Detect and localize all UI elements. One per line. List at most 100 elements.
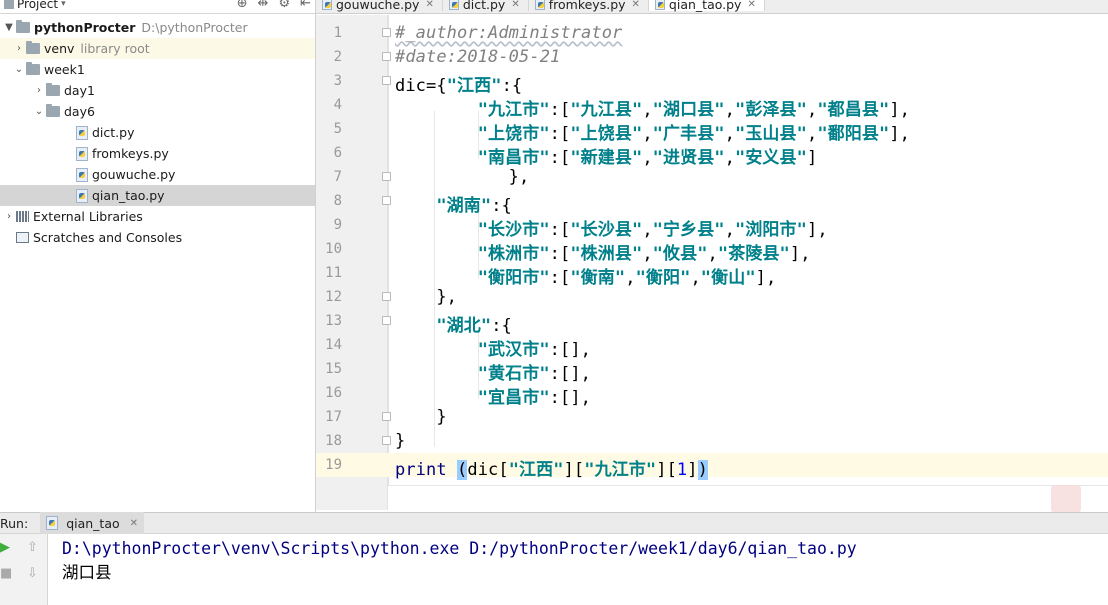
tree-item-day1[interactable]: › day1	[0, 80, 315, 101]
fold-marker-icon[interactable]	[382, 412, 391, 421]
chevron-right-icon[interactable]: ›	[32, 85, 46, 96]
line-number: 7	[333, 169, 342, 185]
line-number: 2	[333, 49, 342, 65]
tree-item-fromkeys-py[interactable]: fromkeys.py	[0, 143, 315, 164]
fold-marker-icon[interactable]	[382, 172, 391, 181]
tree-item-root[interactable]: ▼ pythonProcter D:\pythonProcter	[0, 17, 315, 38]
library-root-label: library root	[80, 41, 150, 56]
line-number: 19	[325, 457, 342, 473]
line-number: 3	[333, 73, 342, 89]
collapse-icon[interactable]: ⇹	[258, 0, 269, 11]
tree-item-label: week1	[44, 62, 85, 77]
code-line: 1 #_author:Administrator	[316, 21, 1108, 45]
run-console-output[interactable]: D:\pythonProcter\venv\Scripts\python.exe…	[62, 537, 857, 585]
code-editor[interactable]: 1 #_author:Administrator 2 #date:2018-05…	[316, 15, 1108, 513]
chevron-down-icon: ▾	[61, 0, 66, 9]
code-text: },	[395, 167, 530, 187]
chevron-down-icon[interactable]: ▼	[2, 22, 16, 33]
python-file-icon	[654, 0, 665, 10]
python-file-icon	[322, 0, 332, 10]
run-label: Run:	[0, 515, 29, 531]
code-line: 3 dic={"江西":{	[316, 69, 1108, 96]
tree-item-qian-tao-py[interactable]: qian_tao.py	[0, 185, 315, 206]
line-number: 12	[325, 289, 342, 305]
close-icon[interactable]: ✕	[511, 0, 519, 10]
fold-marker-icon[interactable]	[382, 196, 391, 205]
tree-item-label: Scratches and Consoles	[33, 230, 183, 245]
hide-icon[interactable]: ⇤	[300, 0, 311, 11]
code-line: 4 "九江市":["九江县","湖口县","彭泽县","都昌县"],	[316, 93, 1108, 120]
chevron-down-icon[interactable]: ⌄	[12, 64, 26, 75]
tab-qian-tao[interactable]: qian_tao.py ✕	[648, 0, 765, 12]
python-file-icon	[76, 167, 88, 182]
close-icon[interactable]: ✕	[130, 518, 138, 529]
fold-marker-icon[interactable]	[382, 292, 391, 301]
run-tab[interactable]: qian_tao ✕	[40, 512, 145, 534]
tree-item-gouwuche-py[interactable]: gouwuche.py	[0, 164, 315, 185]
chevron-right-icon[interactable]: ›	[12, 43, 26, 54]
line-number: 8	[333, 193, 342, 209]
editor-tabs: gouwuche.py ✕ dict.py ✕ fromkeys.py ✕ qi…	[316, 0, 1108, 14]
ide-window: Project ▾ ⊕ ⇹ ⚙ ⇤ ▼ pythonProcter D:\pyt…	[0, 0, 1108, 605]
tab-fromkeys[interactable]: fromkeys.py ✕	[529, 0, 649, 12]
line-number: 15	[325, 361, 342, 377]
line-number: 4	[333, 97, 342, 113]
tree-item-label: pythonProcter	[34, 20, 136, 35]
code-line-current: 19 print (dic["江西"]["九江市"][1])	[316, 453, 1108, 480]
code-line: 7 },	[316, 165, 1108, 189]
code-line: 10 "株洲市":["株洲县","攸县","茶陵县"],	[316, 237, 1108, 264]
search-icon	[1051, 485, 1081, 513]
tab-label: gouwuche.py	[336, 0, 420, 12]
tree-item-scratches[interactable]: Scratches and Consoles	[0, 227, 315, 248]
chevron-down-icon[interactable]: ⌄	[32, 106, 46, 117]
editor-end-separator	[388, 485, 1108, 486]
code-line: 5 "上饶市":["上饶县","广丰县","玉山县","鄱阳县"],	[316, 117, 1108, 144]
line-number: 10	[325, 241, 342, 257]
run-toolbar: ▶ ⇧ ■ ⇩	[0, 534, 48, 605]
tree-item-label: day1	[64, 83, 95, 98]
chevron-right-icon[interactable]: ›	[2, 211, 16, 222]
project-tools: ⊕ ⇹ ⚙ ⇤	[237, 0, 311, 11]
code-line: 9 "长沙市":["长沙县","宁乡县","浏阳市"],	[316, 213, 1108, 240]
up-arrow-icon[interactable]: ⇧	[27, 540, 38, 555]
folder-icon	[46, 104, 60, 117]
fold-marker-icon[interactable]	[382, 52, 391, 61]
folder-icon	[26, 41, 40, 54]
tree-item-day6[interactable]: ⌄ day6	[0, 101, 315, 122]
run-icon[interactable]: ▶	[0, 540, 10, 555]
library-icon	[16, 211, 29, 222]
project-title[interactable]: Project ▾	[4, 0, 66, 11]
tree-item-week1[interactable]: ⌄ week1	[0, 59, 315, 80]
code-line: 2 #date:2018-05-21	[316, 45, 1108, 69]
tree-item-dict-py[interactable]: dict.py	[0, 122, 315, 143]
stop-icon[interactable]: ■	[0, 566, 12, 581]
code-line: 15 "黄石市":[],	[316, 357, 1108, 384]
close-icon[interactable]: ✕	[632, 0, 640, 10]
tree-item-label: qian_tao.py	[92, 188, 165, 203]
code-line: 17 }	[316, 405, 1108, 429]
run-result: 湖口县	[62, 563, 112, 582]
line-number: 5	[333, 121, 342, 137]
line-number: 13	[325, 313, 342, 329]
tree-item-label: dict.py	[92, 125, 135, 140]
tab-label: fromkeys.py	[548, 0, 626, 12]
fold-marker-icon[interactable]	[382, 436, 391, 445]
python-file-icon	[76, 146, 88, 161]
fold-marker-icon[interactable]	[382, 316, 391, 325]
code-text: }	[395, 407, 447, 427]
fold-marker-icon[interactable]	[382, 76, 391, 85]
gear-icon[interactable]: ⚙	[278, 0, 290, 11]
down-arrow-icon[interactable]: ⇩	[27, 566, 38, 581]
tab-dict[interactable]: dict.py ✕	[443, 0, 529, 12]
tab-gouwuche[interactable]: gouwuche.py ✕	[316, 0, 443, 12]
tree-item-external-libraries[interactable]: › External Libraries	[0, 206, 315, 227]
line-number: 16	[325, 385, 342, 401]
tab-label: qian_tao.py	[668, 0, 742, 12]
code-line: 16 "宜昌市":[],	[316, 381, 1108, 408]
locate-icon[interactable]: ⊕	[237, 0, 248, 11]
project-icon	[4, 0, 14, 9]
fold-marker-icon[interactable]	[382, 28, 391, 37]
close-icon[interactable]: ✕	[747, 0, 755, 10]
tree-item-venv[interactable]: › venv library root	[0, 38, 315, 59]
close-icon[interactable]: ✕	[425, 0, 433, 10]
